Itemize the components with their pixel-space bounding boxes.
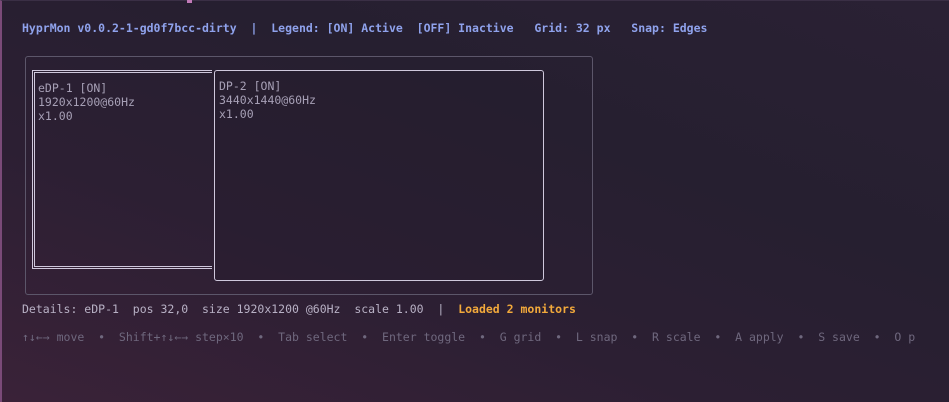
keybinding-help: ↑↓←→ move • Shift+↑↓←→ step×10 • Tab sel…: [22, 330, 916, 344]
details-line: Details: eDP-1 pos 32,0 size 1920x1200 @…: [22, 302, 576, 316]
monitor-mode: 1920x1200@60Hz: [38, 95, 135, 109]
details-text: Details: eDP-1 pos 32,0 size 1920x1200 @…: [22, 302, 459, 316]
monitor-scale: x1.00: [38, 109, 73, 123]
monitor-mode: 3440x1440@60Hz: [219, 93, 316, 107]
status-message: Loaded 2 monitors: [458, 302, 576, 316]
header-bar: HyprMon v0.0.2-1-gd0f7bcc-dirty | Legend…: [22, 21, 708, 35]
monitor-dp-2[interactable]: DP-2 [ON] 3440x1440@60Hz x1.00: [214, 70, 544, 281]
monitor-scale: x1.00: [219, 107, 254, 121]
layout-canvas[interactable]: eDP-1 [ON] 1920x1200@60Hz x1.00 DP-2 [ON] 3…: [25, 56, 593, 295]
monitor-name: DP-2 [ON]: [219, 79, 282, 93]
monitor-edp-1[interactable]: eDP-1 [ON] 1920x1200@60Hz x1.00: [32, 70, 212, 269]
monitor-name: eDP-1 [ON]: [38, 81, 108, 95]
window-accent-marker: [187, 0, 192, 3]
